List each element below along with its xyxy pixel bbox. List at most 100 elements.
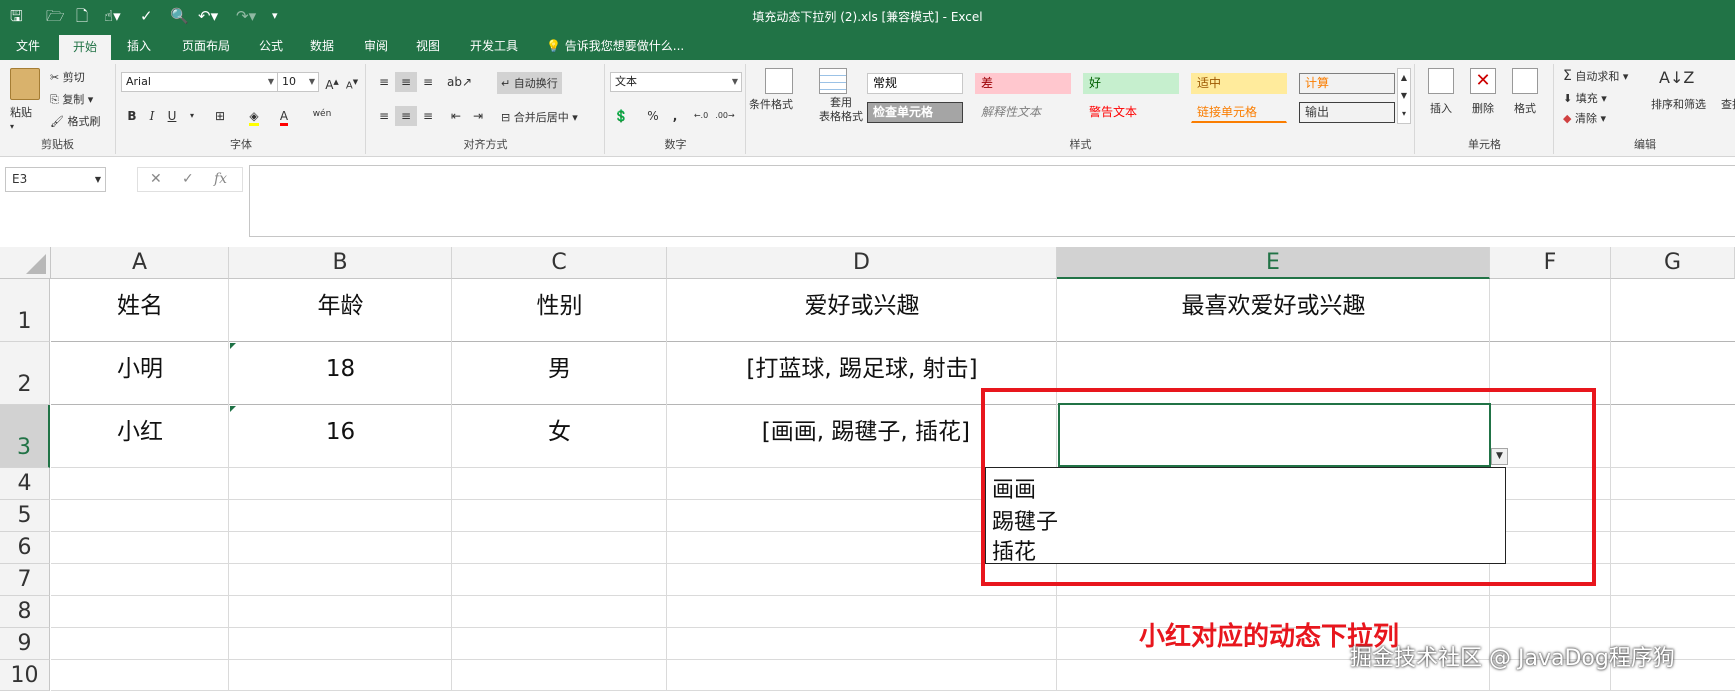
tab-file[interactable]: 文件: [2, 32, 54, 60]
cell-c1[interactable]: 性别: [452, 279, 667, 342]
cell-style-9[interactable]: 链接单元格: [1191, 102, 1287, 123]
merge-center-button[interactable]: ⊟ 合并后居中 ▾: [501, 109, 578, 125]
fill-color-icon[interactable]: ◈: [243, 106, 265, 126]
sort-filter-icon[interactable]: A↓Z: [1659, 68, 1694, 87]
gallery-scroll-icon[interactable]: ▲ ▼ ▾: [1397, 68, 1411, 124]
insert-cells-button[interactable]: 插入: [1430, 100, 1452, 116]
find-button[interactable]: 查找: [1721, 96, 1735, 112]
fx-icon[interactable]: fx: [214, 168, 227, 191]
cell-a2[interactable]: 小明: [51, 342, 229, 405]
table-format-button[interactable]: 套用 表格格式: [819, 96, 863, 124]
increase-decimal-icon[interactable]: ←.0: [690, 106, 712, 126]
cell-b1[interactable]: 年龄: [229, 279, 452, 342]
cell-c3[interactable]: 女: [452, 405, 667, 468]
percent-button[interactable]: %: [642, 106, 664, 126]
name-box[interactable]: E3 ▼: [5, 167, 106, 192]
cell-style-2[interactable]: 差: [975, 73, 1071, 94]
tab-data[interactable]: 数据: [296, 32, 348, 60]
cell-style-6[interactable]: 检查单元格: [867, 102, 963, 123]
format-cells-icon[interactable]: [1512, 68, 1538, 94]
align-center-icon[interactable]: ≡: [395, 106, 417, 126]
underline-button[interactable]: U: [161, 106, 183, 126]
select-all-button[interactable]: [0, 247, 51, 279]
row-header-7[interactable]: 7: [0, 564, 50, 596]
clear-button[interactable]: ◆ 清除 ▾: [1563, 110, 1606, 126]
cell-style-4[interactable]: 适中: [1191, 73, 1287, 94]
row-header-3[interactable]: 3: [0, 405, 50, 468]
cell-c2[interactable]: 男: [452, 342, 667, 405]
cell-a3[interactable]: 小红: [51, 405, 229, 468]
cell-b2[interactable]: 18: [229, 342, 452, 405]
wrap-text-button[interactable]: ↵ 自动换行: [497, 72, 562, 94]
align-bottom-icon[interactable]: ≡: [417, 72, 439, 92]
tab-page-layout[interactable]: 页面布局: [168, 32, 244, 60]
column-header-d[interactable]: D: [667, 247, 1057, 279]
underline-dropdown-icon[interactable]: ▾: [181, 106, 203, 126]
phonetic-icon[interactable]: wén: [307, 104, 337, 124]
autosum-button[interactable]: Σ 自动求和 ▾: [1563, 68, 1628, 84]
row-header-6[interactable]: 6: [0, 532, 50, 564]
cell-b3[interactable]: 16: [229, 405, 452, 468]
column-header-c[interactable]: C: [452, 247, 667, 279]
conditional-format-button[interactable]: 条件格式: [749, 96, 793, 112]
shrink-font-icon[interactable]: A▼: [341, 72, 363, 92]
row-header-5[interactable]: 5: [0, 500, 50, 532]
cell-style-5[interactable]: 计算: [1299, 73, 1395, 94]
paste-button[interactable]: 粘贴: [10, 104, 32, 120]
cell-style-10[interactable]: 输出: [1299, 102, 1395, 123]
format-painter-button[interactable]: 🖌 格式刷: [50, 113, 100, 129]
insert-cells-icon[interactable]: [1428, 68, 1454, 94]
tab-view[interactable]: 视图: [402, 32, 454, 60]
align-left-icon[interactable]: ≡: [373, 106, 395, 126]
cell-style-1[interactable]: 常规: [867, 73, 963, 94]
tab-review[interactable]: 审阅: [350, 32, 402, 60]
borders-icon[interactable]: ⊞: [209, 106, 231, 126]
paste-icon[interactable]: [10, 68, 40, 100]
column-header-b[interactable]: B: [229, 247, 452, 279]
table-format-icon[interactable]: [819, 68, 847, 94]
currency-icon[interactable]: 💲: [610, 106, 632, 126]
conditional-format-icon[interactable]: [765, 68, 793, 94]
decrease-decimal-icon[interactable]: .00→: [714, 106, 736, 126]
cell-a1[interactable]: 姓名: [51, 279, 229, 342]
tab-insert[interactable]: 插入: [113, 32, 165, 60]
number-format-select[interactable]: 文本 ▼: [610, 72, 742, 92]
sort-filter-button[interactable]: 排序和筛选: [1651, 96, 1706, 112]
delete-cells-icon[interactable]: ✕: [1470, 68, 1496, 94]
row-header-8[interactable]: 8: [0, 596, 50, 628]
column-header-f[interactable]: F: [1490, 247, 1611, 279]
cut-button[interactable]: ✂ 剪切: [50, 69, 85, 85]
row-header-4[interactable]: 4: [0, 468, 50, 500]
format-cells-button[interactable]: 格式: [1514, 100, 1536, 116]
column-header-e[interactable]: E: [1057, 247, 1490, 279]
align-middle-icon[interactable]: ≡: [395, 72, 417, 92]
cell-d1[interactable]: 爱好或兴趣: [667, 279, 1057, 342]
tell-me-box[interactable]: 💡 告诉我您想要做什么...: [546, 32, 684, 60]
grow-font-icon[interactable]: A▲: [321, 72, 343, 92]
cancel-icon[interactable]: ✕: [150, 168, 162, 191]
align-top-icon[interactable]: ≡: [373, 72, 395, 92]
fill-button[interactable]: ⬇ 填充 ▾: [1563, 90, 1607, 106]
bold-button[interactable]: B: [121, 106, 143, 126]
cell-e1[interactable]: 最喜欢爱好或兴趣: [1057, 279, 1490, 342]
enter-icon[interactable]: ✓: [182, 168, 194, 191]
comma-button[interactable]: ,: [664, 106, 686, 126]
orientation-icon[interactable]: ab↗: [447, 72, 472, 92]
paste-dropdown-icon[interactable]: ▾: [10, 122, 14, 131]
italic-button[interactable]: I: [141, 106, 163, 126]
row-header-2[interactable]: 2: [0, 342, 50, 405]
cell-style-3[interactable]: 好: [1083, 73, 1179, 94]
tab-home[interactable]: 开始: [59, 35, 112, 60]
font-size-select[interactable]: 10 ▼: [277, 72, 319, 92]
column-header-g[interactable]: G: [1611, 247, 1735, 279]
increase-indent-icon[interactable]: ⇥: [467, 106, 489, 126]
copy-button[interactable]: ⎘ 复制 ▾: [50, 91, 93, 107]
delete-cells-button[interactable]: 删除: [1472, 100, 1494, 116]
font-color-icon[interactable]: A: [273, 106, 295, 126]
row-header-9[interactable]: 9: [0, 628, 50, 660]
row-header-10[interactable]: 10: [0, 660, 50, 691]
align-right-icon[interactable]: ≡: [417, 106, 439, 126]
decrease-indent-icon[interactable]: ⇤: [445, 106, 467, 126]
cell-style-7[interactable]: 解释性文本: [975, 102, 1071, 123]
formula-input[interactable]: [249, 165, 1735, 237]
